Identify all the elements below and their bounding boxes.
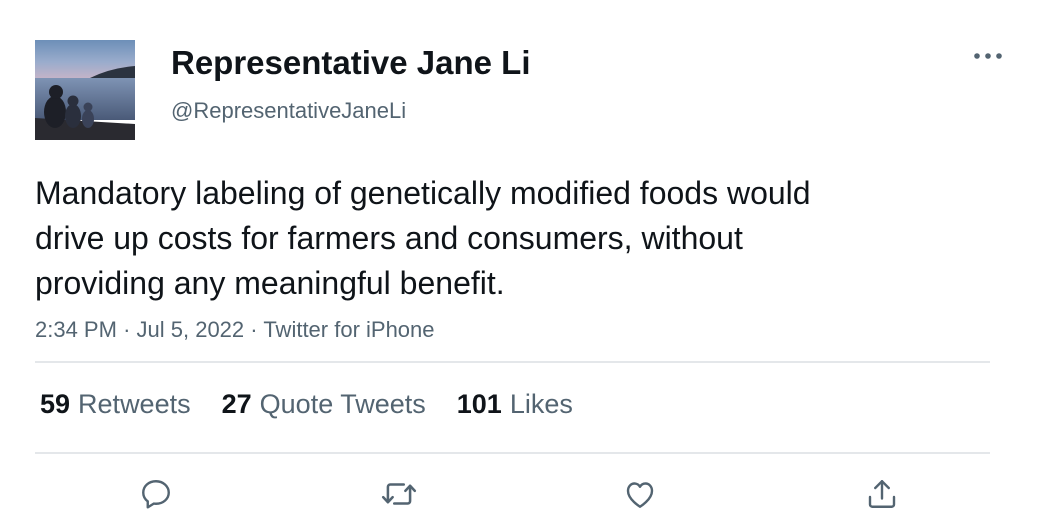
tweet-source[interactable]: Twitter for iPhone bbox=[263, 317, 434, 342]
share-button[interactable] bbox=[862, 474, 902, 514]
tweet-date[interactable]: Jul 5, 2022 bbox=[137, 317, 245, 342]
meta-separator: · bbox=[250, 317, 258, 342]
engagement-stats: 59 Retweets 27 Quote Tweets 101 Likes bbox=[40, 386, 604, 422]
username-handle[interactable]: @RepresentativeJaneLi bbox=[171, 96, 406, 126]
divider bbox=[35, 452, 990, 454]
reply-icon bbox=[142, 480, 170, 509]
likes-label: Likes bbox=[509, 389, 573, 419]
likes-count: 101 bbox=[456, 389, 502, 419]
more-options-button[interactable] bbox=[968, 42, 1008, 70]
meta-separator: · bbox=[123, 317, 131, 342]
retweet-icon bbox=[381, 483, 417, 505]
tweet-time[interactable]: 2:34 PM bbox=[35, 317, 117, 342]
like-icon bbox=[626, 482, 654, 508]
retweets-stat[interactable]: 59 Retweets bbox=[40, 386, 191, 422]
like-button[interactable] bbox=[620, 474, 660, 514]
tweet-text-line: Mandatory labeling of genetically modifi… bbox=[35, 175, 811, 211]
more-horizontal-icon bbox=[974, 53, 1002, 59]
reply-button[interactable] bbox=[136, 474, 176, 514]
quote-tweets-count: 27 bbox=[221, 389, 252, 419]
quote-tweets-label: Quote Tweets bbox=[259, 389, 426, 419]
retweets-count: 59 bbox=[40, 389, 71, 419]
avatar[interactable] bbox=[35, 40, 135, 140]
tweet-metadata: 2:34 PM · Jul 5, 2022 · Twitter for iPho… bbox=[35, 315, 435, 345]
divider bbox=[35, 361, 990, 363]
tweet-text-line: providing any meaningful benefit. bbox=[35, 265, 505, 301]
retweet-button[interactable] bbox=[379, 474, 419, 514]
quote-tweets-stat[interactable]: 27 Quote Tweets bbox=[222, 386, 426, 422]
tweet-text: Mandatory labeling of genetically modifi… bbox=[35, 171, 995, 306]
avatar-photo bbox=[35, 40, 135, 140]
retweets-label: Retweets bbox=[78, 389, 191, 419]
share-icon bbox=[868, 480, 896, 508]
display-name[interactable]: Representative Jane Li bbox=[171, 43, 531, 83]
tweet-text-line: drive up costs for farmers and consumers… bbox=[35, 220, 743, 256]
likes-stat[interactable]: 101 Likes bbox=[457, 386, 573, 422]
